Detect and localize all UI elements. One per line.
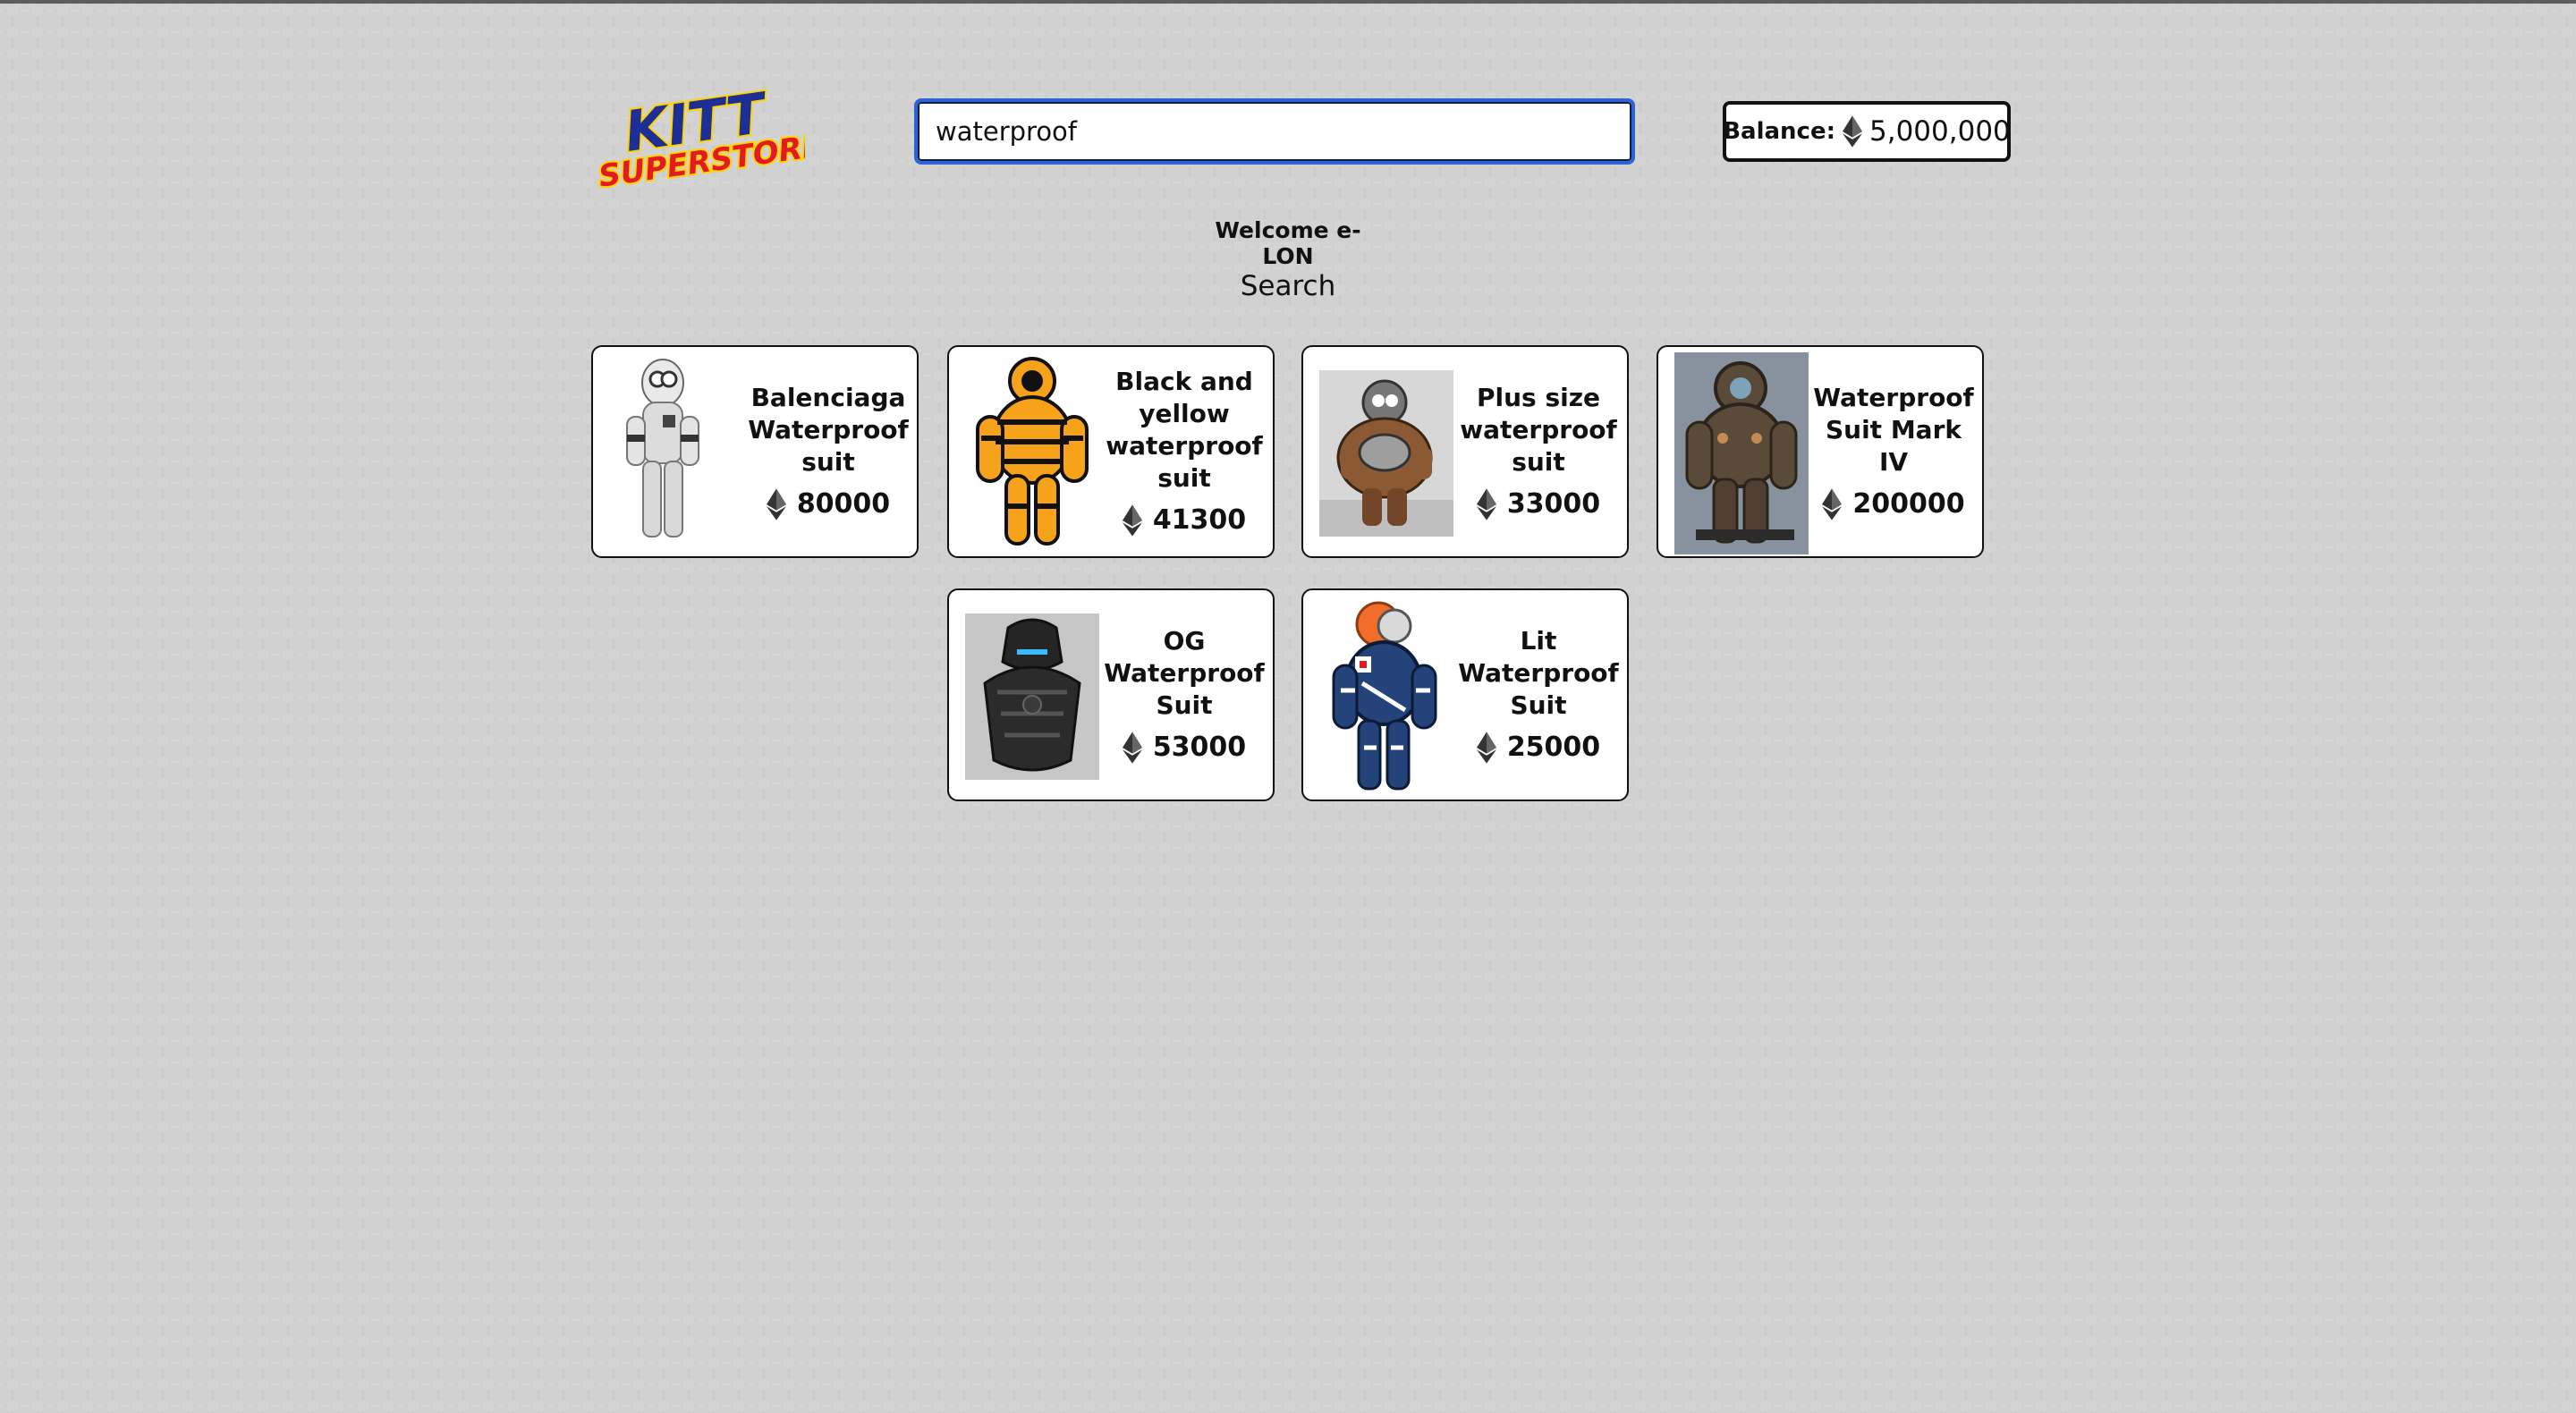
- black-armor-suit-icon: [965, 613, 1099, 780]
- product-card[interactable]: Black and yellow waterproof suit 41300: [947, 345, 1275, 558]
- yellow-suit-icon: [965, 352, 1099, 554]
- ethereum-icon: [1476, 487, 1496, 521]
- product-card[interactable]: Waterproof Suit Mark IV 200000: [1657, 345, 1984, 558]
- ethereum-icon: [1843, 114, 1862, 148]
- page-title: Search: [1240, 270, 1336, 302]
- product-name[interactable]: OG Waterproof Suit: [1099, 625, 1269, 721]
- product-image[interactable]: [609, 352, 743, 554]
- ethereum-icon: [766, 487, 786, 521]
- ethereum-icon: [1122, 503, 1142, 537]
- product-price: 33000: [1506, 488, 1601, 520]
- product-name[interactable]: Waterproof Suit Mark IV: [1809, 382, 1979, 478]
- product-price: 200000: [1852, 488, 1965, 520]
- product-image[interactable]: [1674, 352, 1809, 554]
- blue-suit-icon: [1319, 596, 1453, 798]
- product-info: Plus size waterproof suit 33000: [1453, 347, 1623, 556]
- product-card[interactable]: OG Waterproof Suit 53000: [947, 588, 1275, 801]
- product-info: Balenciaga Waterproof suit 80000: [743, 347, 913, 556]
- product-price: 53000: [1152, 732, 1247, 764]
- product-info: Waterproof Suit Mark IV 200000: [1809, 347, 1979, 556]
- price-row: 25000: [1476, 731, 1601, 765]
- product-image[interactable]: [1319, 370, 1453, 537]
- product-price: 41300: [1152, 504, 1247, 537]
- product-name[interactable]: Black and yellow waterproof suit: [1099, 366, 1269, 494]
- product-card[interactable]: Lit Waterproof Suit 25000: [1301, 588, 1629, 801]
- product-info: Black and yellow waterproof suit 41300: [1099, 347, 1269, 556]
- product-image[interactable]: [965, 613, 1099, 780]
- product-price: 25000: [1506, 732, 1601, 764]
- price-row: 200000: [1822, 487, 1965, 521]
- store-logo[interactable]: KITT SUPERSTORE: [590, 78, 827, 197]
- top-bar: [0, 0, 2576, 4]
- balance-display: Balance: 5,000,000: [1723, 101, 2011, 162]
- ethereum-icon: [1476, 731, 1496, 765]
- balance-label: Balance:: [1723, 118, 1835, 145]
- ethereum-icon: [1822, 487, 1843, 521]
- white-suit-icon: [609, 352, 743, 554]
- price-row: 41300: [1122, 503, 1247, 537]
- price-row: 53000: [1122, 731, 1247, 765]
- product-card[interactable]: Plus size waterproof suit 33000: [1301, 345, 1629, 558]
- product-name[interactable]: Balenciaga Waterproof suit: [743, 382, 913, 478]
- balance-amount: 5,000,000: [1869, 115, 2011, 148]
- search-box[interactable]: [914, 98, 1635, 165]
- price-row: 80000: [766, 487, 891, 521]
- product-image[interactable]: [1319, 596, 1453, 798]
- search-input[interactable]: [918, 102, 1631, 161]
- price-row: 33000: [1476, 487, 1601, 521]
- product-price: 80000: [796, 488, 891, 520]
- welcome-message: Welcome e-LON: [1215, 217, 1361, 269]
- product-info: OG Waterproof Suit 53000: [1099, 590, 1269, 800]
- product-info: Lit Waterproof Suit 25000: [1453, 590, 1623, 800]
- product-image[interactable]: [965, 352, 1099, 554]
- kitt-superstore-logo-icon: KITT SUPERSTORE: [595, 78, 827, 197]
- product-name[interactable]: Lit Waterproof Suit: [1453, 625, 1623, 721]
- ethereum-icon: [1122, 731, 1142, 765]
- brown-suit-icon: [1319, 370, 1453, 537]
- diving-suit-icon: [1674, 352, 1809, 554]
- product-card[interactable]: Balenciaga Waterproof suit 80000: [591, 345, 919, 558]
- product-name[interactable]: Plus size waterproof suit: [1453, 382, 1623, 478]
